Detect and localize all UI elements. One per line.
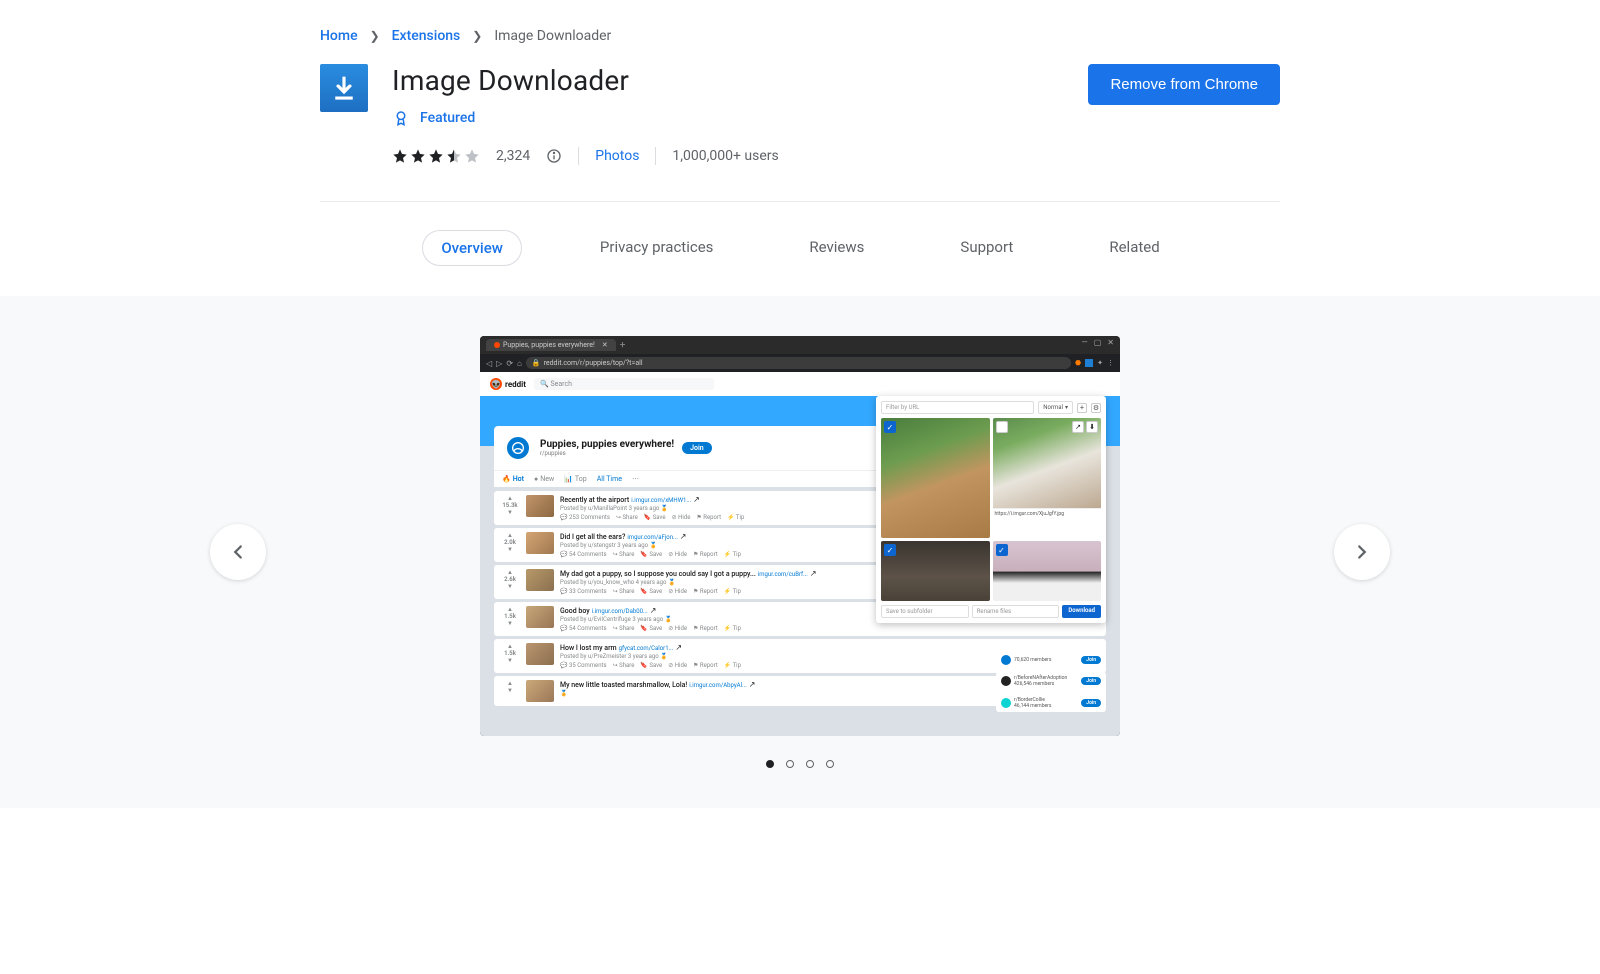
info-icon[interactable] xyxy=(546,148,562,164)
chevron-left-icon xyxy=(227,541,249,563)
divider xyxy=(578,147,579,165)
carousel-dot[interactable] xyxy=(826,760,834,768)
tab-related[interactable]: Related xyxy=(1091,230,1177,266)
star-icon xyxy=(428,148,444,164)
plus-icon: + xyxy=(1077,403,1087,413)
download-button: Download xyxy=(1062,605,1101,618)
breadcrumb-current: Image Downloader xyxy=(494,28,611,44)
breadcrumb: Home ❯ Extensions ❯ Image Downloader xyxy=(320,0,1280,64)
breadcrumb-extensions[interactable]: Extensions xyxy=(392,28,461,44)
chevron-right-icon: ❯ xyxy=(472,29,482,43)
featured-label: Featured xyxy=(420,110,475,126)
screenshot-slide: —▢✕ Puppies, puppies everywhere!✕ + ◁ ▷ … xyxy=(480,336,1120,736)
featured-badge-icon xyxy=(392,109,410,127)
gear-icon: ⚙ xyxy=(1091,403,1101,413)
chevron-right-icon: ❯ xyxy=(370,29,380,43)
star-icon xyxy=(410,148,426,164)
url-filter-input: Filter by URL xyxy=(881,401,1034,414)
tab-privacy[interactable]: Privacy practices xyxy=(582,230,732,266)
rating-count: 2,324 xyxy=(496,148,530,164)
extension-popup: Filter by URL Normal ▾ + ⚙ ✓ ↗⬇ https://… xyxy=(876,396,1106,623)
user-count: 1,000,000+ users xyxy=(672,148,778,164)
tab-support[interactable]: Support xyxy=(942,230,1031,266)
reddit-logo: 👽 reddit xyxy=(490,378,526,390)
category-link[interactable]: Photos xyxy=(595,148,639,164)
divider xyxy=(655,147,656,165)
download-icon: ⬇ xyxy=(1086,421,1098,433)
carousel-dot[interactable] xyxy=(766,760,774,768)
star-empty-icon xyxy=(464,148,480,164)
extension-icon xyxy=(320,64,368,112)
breadcrumb-home[interactable]: Home xyxy=(320,28,358,44)
remove-from-chrome-button[interactable]: Remove from Chrome xyxy=(1088,64,1280,105)
window-controls: —▢✕ xyxy=(1081,338,1114,347)
open-icon: ↗ xyxy=(1072,421,1084,433)
carousel-dots xyxy=(300,760,1300,768)
star-icon xyxy=(392,148,408,164)
tab-reviews[interactable]: Reviews xyxy=(791,230,882,266)
tab-bar: Overview Privacy practices Reviews Suppo… xyxy=(320,202,1280,296)
carousel-prev-button[interactable] xyxy=(210,524,266,580)
extension-header: Image Downloader Featured 2,324 xyxy=(320,64,1280,201)
download-arrow-icon xyxy=(329,73,359,103)
carousel-next-button[interactable] xyxy=(1334,524,1390,580)
screenshot-carousel: —▢✕ Puppies, puppies everywhere!✕ + ◁ ▷ … xyxy=(0,296,1600,808)
carousel-dot[interactable] xyxy=(786,760,794,768)
extension-title: Image Downloader xyxy=(392,64,779,97)
star-half-icon xyxy=(446,148,462,164)
chevron-right-icon xyxy=(1351,541,1373,563)
tab-overview[interactable]: Overview xyxy=(422,230,522,266)
rating-stars xyxy=(392,148,480,164)
carousel-dot[interactable] xyxy=(806,760,814,768)
reddit-search: 🔍 Search xyxy=(534,378,714,390)
